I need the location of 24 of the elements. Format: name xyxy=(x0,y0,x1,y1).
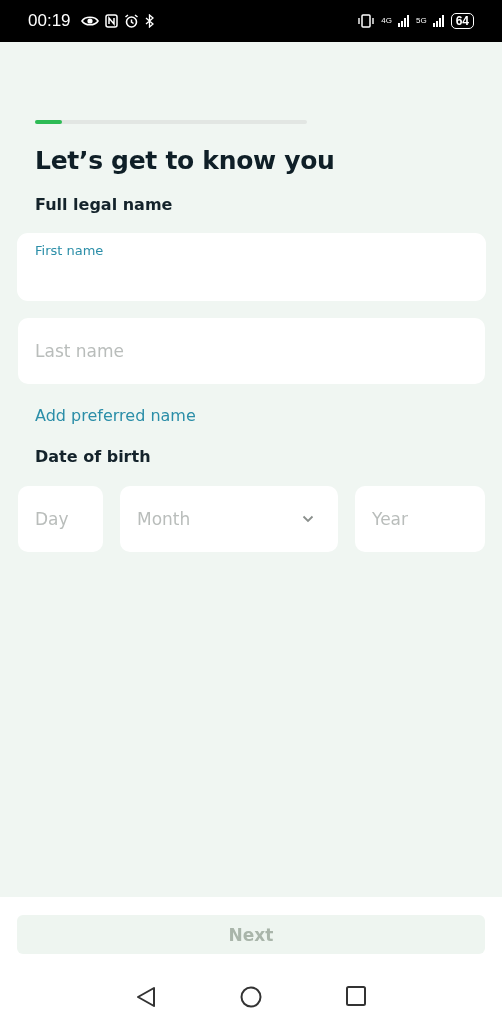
date-field[interactable]: Day xyxy=(18,486,103,552)
section-heading: Full legal name xyxy=(35,195,174,214)
bluetooth-icon xyxy=(144,14,154,28)
chevron-down-icon xyxy=(302,515,314,523)
alarm-icon xyxy=(123,13,139,29)
date-field[interactable]: Year xyxy=(355,486,485,552)
month-select[interactable]: Month xyxy=(120,486,338,552)
vibrate-icon xyxy=(357,14,376,28)
page-title: Let’s get to know you xyxy=(35,146,336,175)
signal-icon xyxy=(432,15,445,27)
last-name-field[interactable]: Last name xyxy=(18,318,485,384)
eye-icon xyxy=(80,15,99,27)
network-label: 4G xyxy=(381,17,392,25)
battery-indicator: 64 xyxy=(450,13,474,29)
section-heading: Date of birth xyxy=(35,447,152,466)
home-icon[interactable] xyxy=(240,986,262,1008)
back-icon[interactable] xyxy=(136,986,156,1008)
clock: 00:19 xyxy=(28,11,71,31)
network-label: 5G xyxy=(415,17,427,25)
signal-icon xyxy=(397,15,410,27)
recents-icon[interactable] xyxy=(346,986,366,1006)
add-preferred-name-link[interactable]: Add preferred name xyxy=(35,406,485,425)
nfc-icon xyxy=(104,14,118,28)
first-name-field[interactable]: First name xyxy=(18,234,485,300)
